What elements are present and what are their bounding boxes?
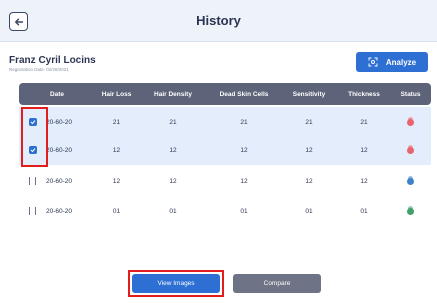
- cell-hair-density: 12: [169, 177, 177, 185]
- cell-date: 20-60-20: [19, 177, 95, 185]
- registration-date: Registration Date: 02/28/2021: [9, 67, 69, 72]
- checkbox-highlight: [21, 107, 48, 167]
- table-row[interactable]: 20-60-20 21 21 21 21 21: [19, 107, 431, 137]
- cell-thickness: 21: [360, 118, 368, 126]
- cell-status: [390, 144, 431, 154]
- cell-hair-density: 12: [169, 146, 177, 154]
- cell-dead-skin-cells: 21: [240, 118, 248, 126]
- view-images-button[interactable]: View Images: [132, 274, 220, 293]
- cell-dead-skin-cells: 12: [240, 146, 248, 154]
- table-header: Date Hair Loss Hair Density Dead Skin Ce…: [19, 83, 431, 105]
- patient-name: Franz Cyril Locins: [9, 55, 96, 66]
- cell-sensitivity: 21: [305, 118, 313, 126]
- status-icon: [407, 116, 414, 126]
- checkbox-unchecked[interactable]: [29, 207, 36, 215]
- compare-button[interactable]: Compare: [233, 274, 321, 293]
- column-header-dead-skin-cells: Dead Skin Cells: [219, 90, 269, 98]
- column-header-hair-loss: Hair Loss: [101, 90, 132, 98]
- status-icon: [407, 144, 414, 154]
- table-row[interactable]: 20-60-20 01 01 01 01 01: [19, 196, 431, 226]
- scan-icon: [368, 57, 378, 67]
- column-header-status: Status: [400, 90, 421, 98]
- date-text: 20-60-20: [46, 146, 73, 154]
- column-header-date: Date: [49, 90, 65, 98]
- page-title: History: [196, 13, 241, 28]
- cell-hair-loss: 12: [112, 177, 121, 185]
- cell-sensitivity: 12: [305, 177, 313, 185]
- cell-dead-skin-cells: 12: [240, 177, 248, 185]
- status-icon: [407, 175, 414, 185]
- cell-status: [390, 175, 431, 185]
- cell-hair-density: 21: [169, 118, 177, 126]
- analyze-label: Analyze: [385, 57, 417, 67]
- cell-sensitivity: 01: [305, 207, 313, 215]
- cell-hair-loss: 01: [112, 207, 121, 215]
- cell-thickness: 12: [360, 177, 368, 185]
- cell-status: [390, 116, 431, 126]
- column-header-sensitivity: Sensitivity: [292, 90, 326, 98]
- column-header-hair-density: Hair Density: [154, 90, 192, 98]
- date-text: 20-60-20: [46, 118, 73, 126]
- table-row[interactable]: 20-60-20 12 12 12 12 12: [19, 135, 431, 165]
- top-bar: History: [0, 0, 437, 42]
- date-text: 20-60-20: [46, 207, 73, 215]
- cell-hair-density: 01: [169, 207, 177, 215]
- cell-hair-loss: 12: [112, 146, 121, 154]
- status-icon: [407, 205, 414, 215]
- checkbox-unchecked[interactable]: [29, 177, 36, 185]
- cell-thickness: 01: [360, 207, 368, 215]
- column-header-thickness: Thickness: [348, 90, 380, 98]
- cell-date: 20-60-20: [19, 207, 95, 215]
- cell-hair-loss: 21: [112, 118, 121, 126]
- table-row[interactable]: 20-60-20 12 12 12 12 12: [19, 166, 431, 196]
- cell-dead-skin-cells: 01: [240, 207, 248, 215]
- cell-sensitivity: 12: [305, 146, 313, 154]
- cell-thickness: 12: [360, 146, 368, 154]
- cell-status: [390, 205, 431, 215]
- date-text: 20-60-20: [46, 177, 73, 185]
- analyze-button[interactable]: Analyze: [356, 52, 428, 72]
